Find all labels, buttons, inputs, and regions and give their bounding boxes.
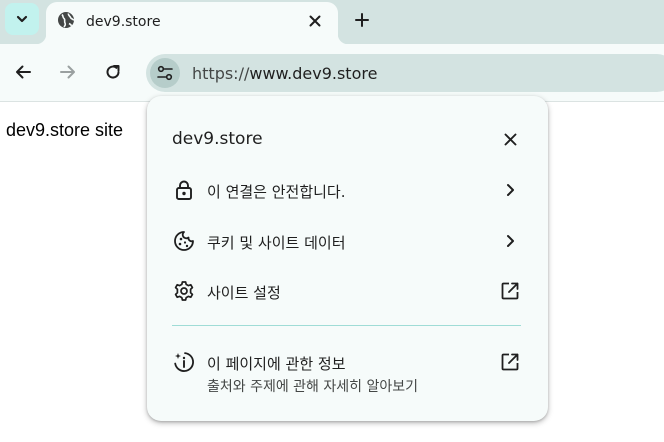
connection-secure-label: 이 연결은 안전합니다. [207, 183, 346, 201]
browser-toolbar: https://www.dev9.store [0, 44, 664, 102]
tab-search-button[interactable] [5, 3, 39, 35]
forward-button[interactable] [57, 61, 79, 83]
cookies-site-data-label: 쿠키 및 사이트 데이터 [207, 234, 346, 252]
popup-title: dev9.store [172, 129, 263, 149]
cookies-site-data-row[interactable]: 쿠키 및 사이트 데이터 [147, 219, 548, 263]
new-tab-button[interactable] [351, 9, 373, 31]
site-settings-row[interactable]: 사이트 설정 [147, 269, 548, 313]
chevron-down-icon [16, 15, 28, 23]
reload-icon [106, 65, 120, 79]
site-info-button[interactable] [150, 58, 180, 88]
reload-button[interactable] [102, 61, 124, 83]
page-body-text: dev9.store site [6, 120, 124, 140]
url-scheme: https:// [192, 64, 250, 83]
tab-title: dev9.store [86, 14, 161, 30]
address-bar[interactable]: https://www.dev9.store [146, 54, 664, 92]
globe-icon [58, 12, 75, 28]
close-icon [504, 133, 516, 145]
cookie-icon [173, 230, 195, 252]
tab-strip: dev9.store [0, 0, 664, 44]
gear-icon [173, 280, 195, 302]
active-tab[interactable]: dev9.store [36, 2, 348, 44]
about-this-page-sublabel: 출처와 주제에 관해 자세히 알아보기 [207, 379, 418, 395]
url-host: www.dev9.store [249, 64, 378, 83]
about-this-page-row[interactable]: 이 페이지에 관한 정보 출처와 주제에 관해 자세히 알아보기 [147, 340, 548, 400]
connection-secure-row[interactable]: 이 연결은 안전합니다. [147, 168, 548, 212]
close-icon [309, 15, 321, 27]
open-external-icon [499, 351, 521, 373]
url-text[interactable]: https://www.dev9.store [192, 64, 377, 83]
chevron-right-icon [499, 230, 521, 252]
plus-icon [355, 13, 369, 27]
tab-close-button[interactable] [305, 11, 325, 31]
open-external-icon [499, 280, 521, 302]
popup-divider [172, 325, 521, 326]
site-info-popup: dev9.store 이 연결은 안전합니다. 쿠키 및 사이트 데이터 사이트… [147, 96, 548, 421]
about-this-page-label: 이 페이지에 관한 정보 [207, 355, 346, 373]
arrow-left-icon [16, 65, 31, 79]
arrow-right-icon [60, 65, 75, 79]
chevron-right-icon [499, 179, 521, 201]
back-button[interactable] [12, 61, 34, 83]
popup-close-button[interactable] [499, 128, 521, 150]
page-info-sparkle-icon [173, 351, 195, 373]
tune-icon [157, 65, 173, 81]
site-settings-label: 사이트 설정 [207, 284, 281, 302]
lock-icon [173, 179, 195, 201]
